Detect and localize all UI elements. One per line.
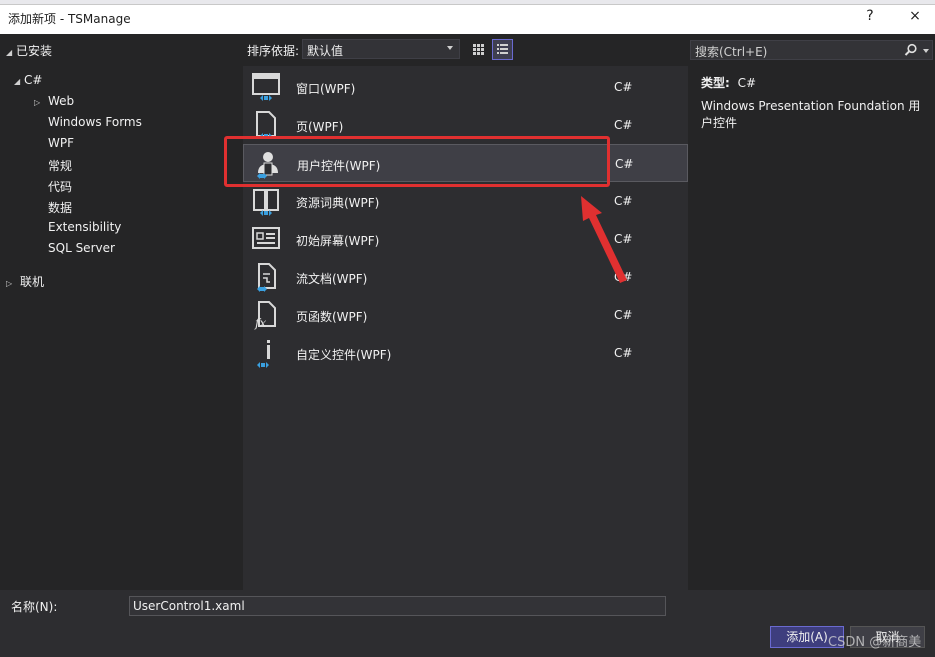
help-button[interactable]: ?: [860, 8, 880, 24]
grid-view-button[interactable]: [468, 39, 489, 60]
template-row[interactable]: 流文档(WPF) C#: [243, 258, 688, 296]
template-list: 窗口(WPF) C# 页(WPF) C# 用户控件(WPF) C# 资源词典(WPF) C# 初…: [243, 66, 688, 590]
tree-item-extensibility[interactable]: Extensibility: [48, 220, 121, 234]
template-language: C#: [614, 118, 633, 132]
details-pane: 搜索(Ctrl+E) 类型: C# Windows Presentation F…: [688, 34, 935, 590]
template-name: 流文档(WPF): [296, 272, 368, 286]
bottom-bar: 名称(N): 添加(A) 取消: [0, 590, 935, 657]
tree-node-csharp[interactable]: ◢ C#: [14, 73, 42, 87]
template-name: 初始屏幕(WPF): [296, 234, 380, 248]
category-tree: ◢ 已安装 ◢ C# ▷ Web Windows Forms WPF 常规 代码 数据…: [0, 34, 243, 590]
list-view-icon: [497, 44, 508, 54]
chevron-down-icon: [923, 49, 929, 53]
template-language: C#: [614, 270, 633, 284]
template-language: C#: [614, 194, 633, 208]
template-name: 页函数(WPF): [296, 310, 368, 324]
resource-dictionary-icon: [251, 186, 281, 216]
tree-node-web[interactable]: ▷ Web: [34, 94, 74, 108]
type-row: 类型: C#: [701, 74, 756, 91]
tree-item-general[interactable]: 常规: [48, 157, 72, 174]
search-input[interactable]: 搜索(Ctrl+E): [690, 40, 933, 60]
type-label: 类型:: [701, 76, 730, 90]
grid-view-icon: [473, 44, 484, 55]
template-name: 用户控件(WPF): [297, 159, 381, 173]
watermark: CSDN @新商美: [828, 635, 922, 650]
title-bar: 添加新项 - TSManage ? ×: [0, 0, 935, 34]
parent-window-strip: [0, 0, 935, 5]
svg-text:fx: fx: [254, 316, 266, 330]
tree-label-installed: 已安装: [16, 44, 53, 58]
template-row[interactable]: 资源词典(WPF) C#: [243, 182, 688, 220]
template-language: C#: [614, 232, 633, 246]
type-value: C#: [737, 76, 757, 90]
splash-screen-icon: [251, 224, 281, 254]
collapsed-arrow-icon: ▷: [34, 98, 41, 107]
template-row[interactable]: 初始屏幕(WPF) C#: [243, 220, 688, 258]
expanded-arrow-icon: ◢: [6, 48, 13, 57]
wpf-page-icon: [251, 110, 281, 140]
template-language: C#: [614, 308, 633, 322]
custom-control-icon: [251, 338, 281, 368]
close-button[interactable]: ×: [905, 8, 925, 24]
wpf-user-control-icon: [252, 149, 282, 179]
tree-label-web: Web: [48, 94, 75, 108]
tree-node-installed[interactable]: ◢ 已安装: [6, 42, 52, 59]
sort-toolbar: 排序依据: 默认值: [243, 34, 688, 66]
tree-item-code[interactable]: 代码: [48, 178, 72, 195]
tree-item-wpf[interactable]: WPF: [48, 136, 74, 150]
template-name: 页(WPF): [296, 120, 344, 134]
tree-item-windows-forms[interactable]: Windows Forms: [48, 115, 142, 129]
tree-node-online[interactable]: ▷ 联机: [6, 273, 44, 290]
expanded-arrow-icon: ◢: [14, 77, 21, 86]
sort-value: 默认值: [307, 44, 344, 58]
collapsed-arrow-icon: ▷: [6, 279, 13, 288]
template-language: C#: [614, 80, 633, 94]
sort-label: 排序依据:: [247, 44, 300, 58]
template-row[interactable]: 自定义控件(WPF) C#: [243, 334, 688, 372]
name-label: 名称(N):: [11, 600, 58, 614]
tree-item-data[interactable]: 数据: [48, 199, 72, 216]
template-language: C#: [614, 346, 633, 360]
flow-document-icon: [251, 262, 281, 292]
template-description: Windows Presentation Foundation 用户控件: [701, 99, 921, 130]
template-row[interactable]: 页(WPF) C#: [243, 106, 688, 144]
template-name: 自定义控件(WPF): [296, 348, 392, 362]
tree-item-sql-server[interactable]: SQL Server: [48, 241, 115, 255]
template-row[interactable]: 用户控件(WPF) C#: [243, 144, 688, 182]
page-function-icon: fx: [251, 300, 281, 330]
template-language: C#: [615, 157, 634, 171]
template-name: 资源词典(WPF): [296, 196, 380, 210]
sort-dropdown[interactable]: 默认值: [302, 39, 460, 59]
template-name: 窗口(WPF): [296, 82, 356, 96]
tree-label-online: 联机: [20, 275, 45, 289]
template-row[interactable]: fx 页函数(WPF) C#: [243, 296, 688, 334]
window-title: 添加新项 - TSManage: [8, 12, 131, 26]
wpf-window-icon: [251, 72, 281, 102]
list-view-button[interactable]: [492, 39, 513, 60]
search-placeholder: 搜索(Ctrl+E): [695, 45, 768, 59]
tree-label-csharp: C#: [24, 73, 43, 87]
name-input[interactable]: [129, 596, 666, 616]
chevron-down-icon: [447, 46, 453, 50]
search-icon: [904, 43, 917, 56]
template-row[interactable]: 窗口(WPF) C#: [243, 68, 688, 106]
